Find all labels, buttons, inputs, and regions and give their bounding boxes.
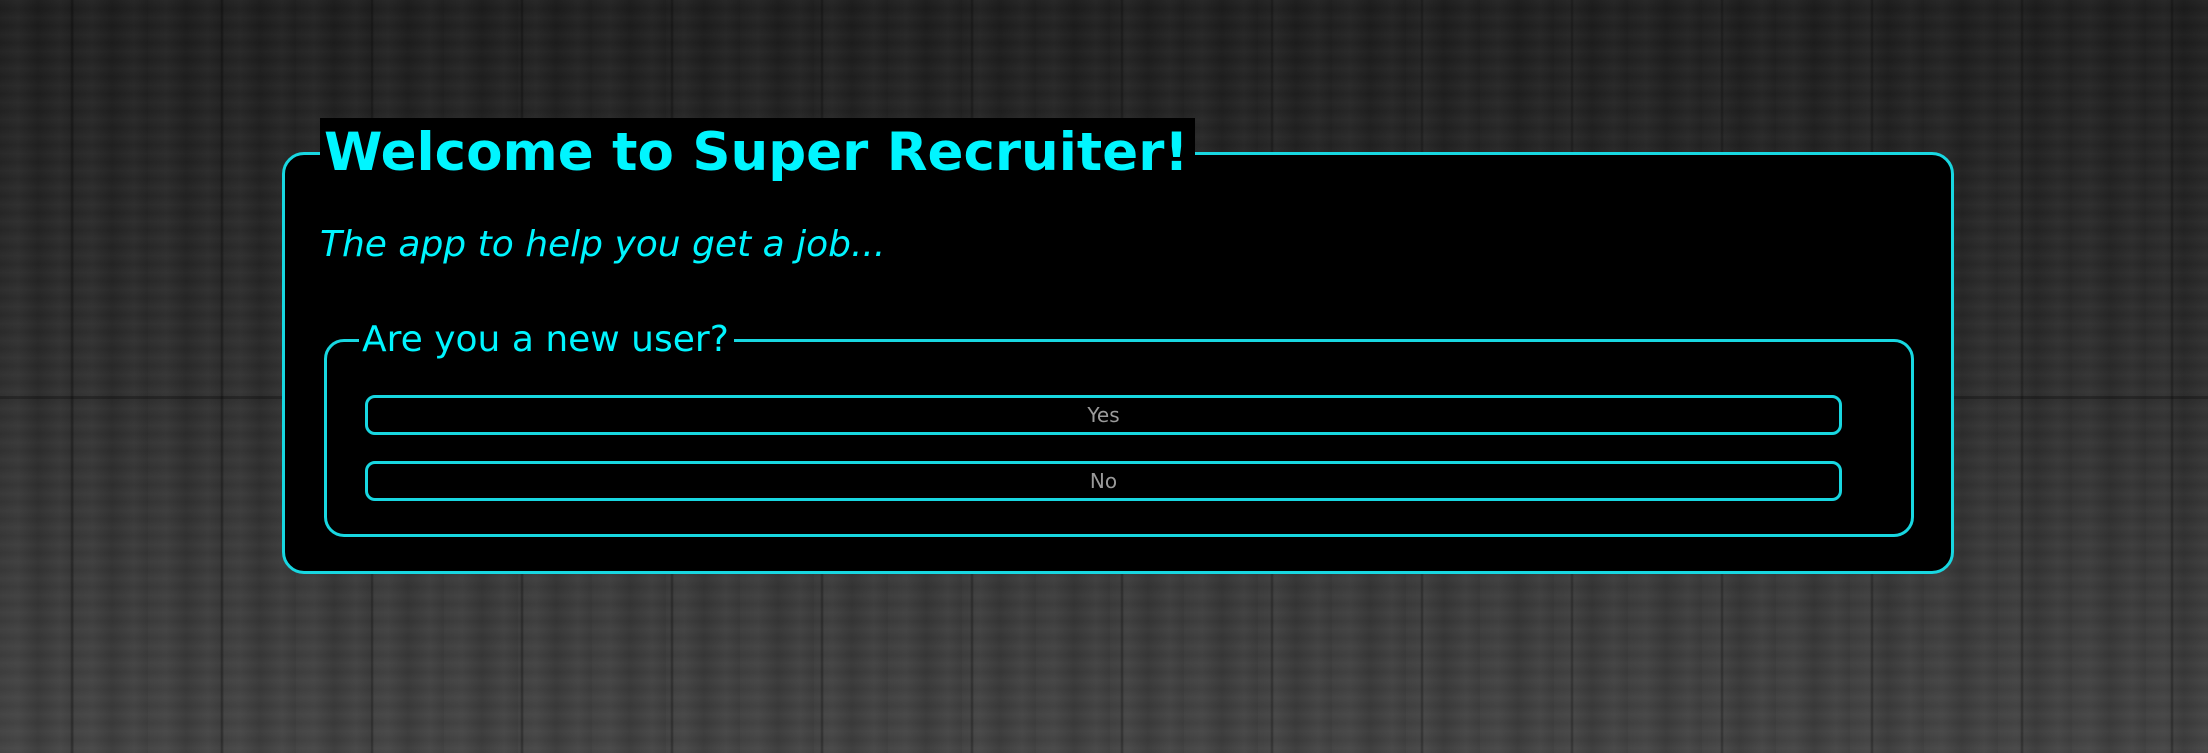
no-button[interactable]: No [365, 461, 1842, 501]
new-user-fieldset [324, 339, 1914, 537]
page-title: Welcome to Super Recruiter! [320, 118, 1195, 188]
yes-button[interactable]: Yes [365, 395, 1842, 435]
app-subtitle: The app to help you get a job... [320, 224, 886, 265]
new-user-question: Are you a new user? [359, 316, 734, 364]
